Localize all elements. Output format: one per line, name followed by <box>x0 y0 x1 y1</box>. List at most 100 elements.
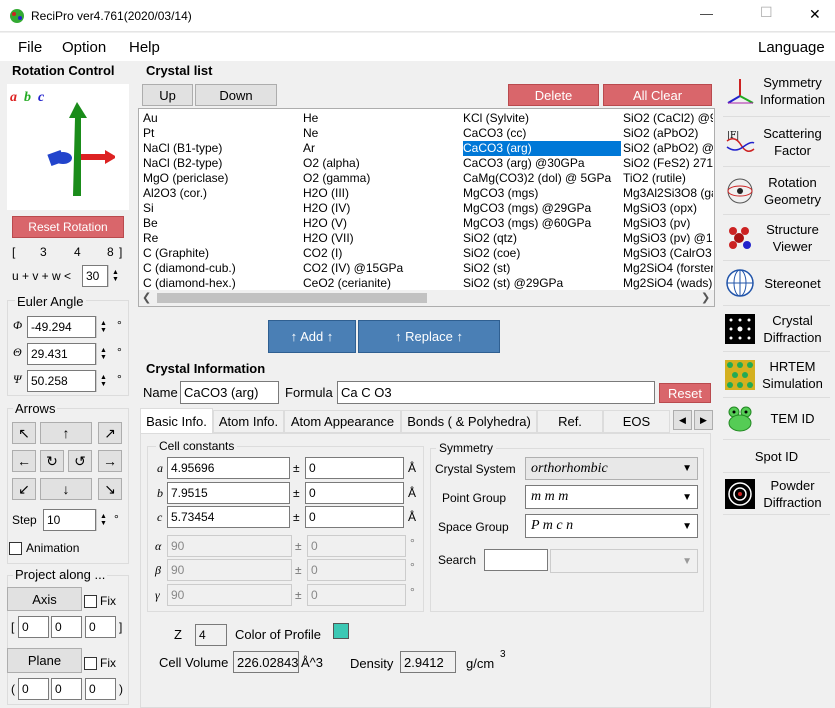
crystal-list-item[interactable]: He <box>303 111 459 126</box>
axis-button[interactable]: Axis <box>7 587 82 611</box>
arrow-right-button[interactable]: → <box>98 450 122 472</box>
crystal-list-scrollbar[interactable]: ❮ ❯ <box>139 290 714 306</box>
crystal-list-item[interactable]: SiO2 (st) <box>463 261 619 276</box>
tab-atom-appearance[interactable]: Atom Appearance <box>284 410 401 433</box>
axis-w-input[interactable]: 0 <box>85 616 116 638</box>
sidebar-item-stereonet[interactable]: Stereonet <box>723 261 830 306</box>
crystal-list-item[interactable]: Si <box>143 201 299 216</box>
c-err-input[interactable]: 0 <box>305 506 404 528</box>
crystal-list-item-selected[interactable]: CaCO3 (arg) <box>463 141 621 156</box>
crystal-list-item[interactable]: MgSiO3 (pv) <box>623 216 713 231</box>
crystal-list-item[interactable]: Mg2SiO4 (wads) <box>623 276 713 291</box>
theta-input[interactable]: 29.431 <box>27 343 96 365</box>
b-input[interactable]: 7.9515 <box>167 482 290 504</box>
c-input[interactable]: 5.73454 <box>167 506 290 528</box>
crystal-list-item[interactable]: SiO2 (FeS2) 271 <box>623 156 713 171</box>
menu-file[interactable]: File <box>18 39 42 56</box>
arrow-down-right-button[interactable]: ↘ <box>98 478 122 500</box>
tab-bonds[interactable]: Bonds ( & Polyhedra) <box>401 410 537 433</box>
psi-spinner[interactable]: ▲ ▼ <box>96 370 110 392</box>
search-input[interactable] <box>484 549 548 571</box>
a-err-input[interactable]: 0 <box>305 457 404 479</box>
plane-k-input[interactable]: 0 <box>51 678 82 700</box>
crystal-list-item[interactable]: O2 (alpha) <box>303 156 459 171</box>
b-err-input[interactable]: 0 <box>305 482 404 504</box>
reset-rotation-button[interactable]: Reset Rotation <box>12 216 124 238</box>
crystal-list-item[interactable]: SiO2 (aPbO2) @ <box>623 141 713 156</box>
crystal-list-item[interactable]: Be <box>143 216 299 231</box>
crystal-list-item[interactable]: MgCO3 (mgs) @60GPa <box>463 216 619 231</box>
menu-option[interactable]: Option <box>62 39 106 56</box>
step-spinner[interactable]: ▲ ▼ <box>96 509 110 531</box>
crystal-list-item[interactable]: Re <box>143 231 299 246</box>
menu-help[interactable]: Help <box>129 39 160 56</box>
crystal-list-item[interactable]: H2O (IV) <box>303 201 459 216</box>
close-button[interactable]: ✕ <box>809 6 821 23</box>
name-input[interactable]: CaCO3 (arg) <box>180 381 279 404</box>
sidebar-item-tem-id[interactable]: TEM ID <box>723 398 830 440</box>
arrow-down-left-button[interactable]: ↙ <box>12 478 36 500</box>
crystal-list-item[interactable]: CeO2 (cerianite) <box>303 276 459 291</box>
formula-input[interactable]: Ca C O3 <box>337 381 655 404</box>
tab-scroll-left-button[interactable]: ◀ <box>673 410 692 430</box>
sidebar-item-structure-viewer[interactable]: Structure Viewer <box>723 215 830 261</box>
tab-scroll-right-button[interactable]: ▶ <box>694 410 713 430</box>
arrow-up-left-button[interactable]: ↖ <box>12 422 36 444</box>
tab-eos[interactable]: EOS <box>603 410 670 433</box>
crystal-list-item[interactable]: MgSiO3 (opx) <box>623 201 713 216</box>
all-clear-button[interactable]: All Clear <box>603 84 712 106</box>
phi-input[interactable]: -49.294 <box>27 316 96 338</box>
arrow-up-right-button[interactable]: ↗ <box>98 422 122 444</box>
crystal-list-item[interactable]: CaCO3 (cc) <box>463 126 619 141</box>
crystal-list-item[interactable]: H2O (VII) <box>303 231 459 246</box>
tab-ref[interactable]: Ref. <box>537 410 603 433</box>
crystal-list-item[interactable]: Ar <box>303 141 459 156</box>
crystal-list-item[interactable]: KCl (Sylvite) <box>463 111 619 126</box>
plane-fix-checkbox[interactable] <box>84 657 97 670</box>
sidebar-item-scattering-factor[interactable]: |F| Scattering Factor <box>723 117 830 167</box>
maximize-button[interactable]: ☐ <box>760 4 773 21</box>
crystal-list-box[interactable]: Au Pt NaCl (B1-type) NaCl (B2-type) MgO (per… <box>138 108 715 307</box>
crystal-list-item[interactable]: Mg2SiO4 (forster <box>623 261 713 276</box>
crystal-list-item[interactable]: MgSiO3 (pv) @15 <box>623 231 713 246</box>
down-button[interactable]: Down <box>195 84 277 106</box>
crystal-list-item[interactable]: CaCO3 (arg) @30GPa <box>463 156 619 171</box>
crystal-list-item[interactable]: SiO2 (qtz) <box>463 231 619 246</box>
crystal-list-item[interactable]: H2O (V) <box>303 216 459 231</box>
crystal-list-item[interactable]: C (Graphite) <box>143 246 299 261</box>
crystal-list-item[interactable]: NaCl (B2-type) <box>143 156 299 171</box>
color-profile-swatch[interactable] <box>333 623 349 639</box>
point-group-select[interactable]: m m m ▼ <box>525 485 698 509</box>
crystal-list-item[interactable]: CaMg(CO3)2 (dol) @ 5GPa <box>463 171 619 186</box>
crystal-list-item[interactable]: SiO2 (st) @29GPa <box>463 276 619 291</box>
crystal-list-item[interactable]: MgSiO3 (CalrO3 <box>623 246 713 261</box>
crystal-list-item[interactable]: Pt <box>143 126 299 141</box>
add-button[interactable]: ↑ Add ↑ <box>268 320 356 353</box>
crystal-list-item[interactable]: Mg3Al2Si3O8 (ga <box>623 186 713 201</box>
axis-v-input[interactable]: 0 <box>51 616 82 638</box>
space-group-select[interactable]: P m c n ▼ <box>525 514 698 538</box>
tab-atom-info[interactable]: Atom Info. <box>213 410 284 433</box>
sidebar-item-spot-id[interactable]: Spot ID <box>723 440 830 473</box>
crystal-list-item[interactable]: TiO2 (rutile) <box>623 171 713 186</box>
arrow-left-button[interactable]: ← <box>12 450 36 472</box>
psi-input[interactable]: 50.258 <box>27 370 96 392</box>
crystal-list-item[interactable]: MgO (periclase) <box>143 171 299 186</box>
crystal-list-item[interactable]: SiO2 (coe) <box>463 246 619 261</box>
scroll-thumb[interactable] <box>157 293 427 303</box>
plane-button[interactable]: Plane <box>7 648 82 673</box>
arrow-down-button[interactable]: ↓ <box>40 478 92 500</box>
sidebar-item-rotation-geometry[interactable]: Rotation Geometry <box>723 167 830 215</box>
crystal-system-select[interactable]: orthorhombic ▼ <box>525 457 698 480</box>
crystal-list-item[interactable]: MgCO3 (mgs) @29GPa <box>463 201 619 216</box>
tab-basic-info[interactable]: Basic Info. <box>140 408 213 434</box>
delete-button[interactable]: Delete <box>508 84 599 106</box>
rotate-ccw-button[interactable]: ↺ <box>68 450 92 472</box>
phi-spinner[interactable]: ▲ ▼ <box>96 316 110 338</box>
crystal-list-item[interactable]: NaCl (B1-type) <box>143 141 299 156</box>
crystal-list-item[interactable]: MgCO3 (mgs) <box>463 186 619 201</box>
crystal-list-item[interactable]: Ne <box>303 126 459 141</box>
sidebar-item-crystal-diffraction[interactable]: Crystal Diffraction <box>723 306 830 352</box>
theta-spinner[interactable]: ▲ ▼ <box>96 343 110 365</box>
search-select[interactable]: ▼ <box>550 549 698 573</box>
